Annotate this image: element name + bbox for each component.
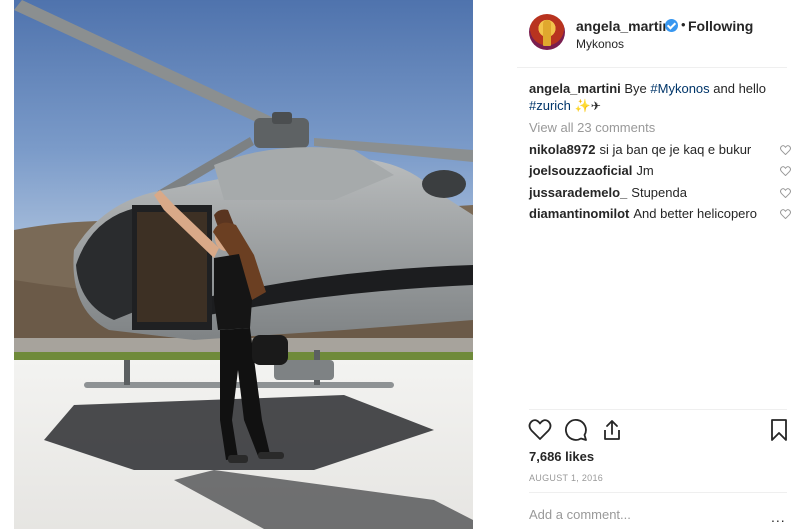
comment-username[interactable]: joelsouzzaoficial — [529, 163, 632, 178]
likes-count[interactable]: 7,686 likes — [529, 449, 594, 464]
comment-username[interactable]: jussarademelo_ — [529, 185, 627, 200]
comment-username[interactable]: nikola8972 — [529, 142, 596, 157]
comment-like-heart-icon[interactable] — [780, 145, 791, 155]
comment-icon[interactable] — [564, 418, 588, 442]
caption-username[interactable]: angela_martini — [529, 81, 621, 96]
comment-row: jussarademelo_ Stupenda — [529, 184, 791, 202]
header-username[interactable]: angela_martini — [576, 18, 675, 34]
hashtag-mykonos[interactable]: #Mykonos — [650, 81, 709, 96]
hashtag-zurich[interactable]: #zurich — [529, 98, 571, 113]
actions-divider — [529, 409, 787, 410]
share-icon[interactable] — [600, 418, 624, 442]
post-caption: angela_martini Bye #Mykonos and hello #z… — [529, 80, 779, 115]
comment-text: And better helicopero — [633, 206, 757, 221]
instagram-post: angela_martini • Following Mykonos angel… — [0, 0, 803, 529]
comment-like-heart-icon[interactable] — [780, 209, 791, 219]
airplane-emoji-icon: ✈ — [590, 99, 601, 113]
heart-icon[interactable] — [528, 418, 552, 442]
helicopter-photo-illustration — [14, 0, 473, 529]
avatar-figure — [543, 20, 551, 46]
post-date[interactable]: AUGUST 1, 2016 — [529, 473, 603, 483]
sparkle-emoji-icon: ✨ — [574, 98, 591, 113]
comment-text: Stupenda — [631, 185, 687, 200]
post-header: angela_martini • Following Mykonos — [517, 0, 787, 68]
avatar[interactable] — [529, 14, 565, 50]
comment-row: diamantinomilot And better helicopero — [529, 205, 791, 223]
comment-like-heart-icon[interactable] — [780, 188, 791, 198]
post-side-panel: angela_martini • Following Mykonos angel… — [517, 0, 803, 529]
view-all-comments-link[interactable]: View all 23 comments — [529, 120, 655, 135]
location-link[interactable]: Mykonos — [576, 37, 624, 51]
following-button[interactable]: Following — [688, 18, 753, 34]
comment-text: si ja ban qe je kaq e bukur — [599, 142, 752, 157]
separator-dot: • — [681, 17, 686, 32]
verified-badge-icon — [665, 19, 678, 32]
caption-text: and hello — [709, 81, 767, 96]
comment-divider — [529, 492, 787, 493]
caption-text: Bye — [624, 81, 651, 96]
comment-row: nikola8972 si ja ban qe je kaq e bukur — [529, 141, 791, 159]
post-photo[interactable] — [14, 0, 473, 529]
more-options-icon[interactable]: ... — [771, 509, 786, 525]
comment-row: joelsouzzaoficial Jm — [529, 162, 791, 180]
comment-like-heart-icon[interactable] — [780, 166, 791, 176]
comment-username[interactable]: diamantinomilot — [529, 206, 629, 221]
comment-text: Jm — [636, 163, 654, 178]
bookmark-icon[interactable] — [767, 418, 791, 442]
add-comment-input[interactable]: Add a comment... — [529, 507, 631, 522]
